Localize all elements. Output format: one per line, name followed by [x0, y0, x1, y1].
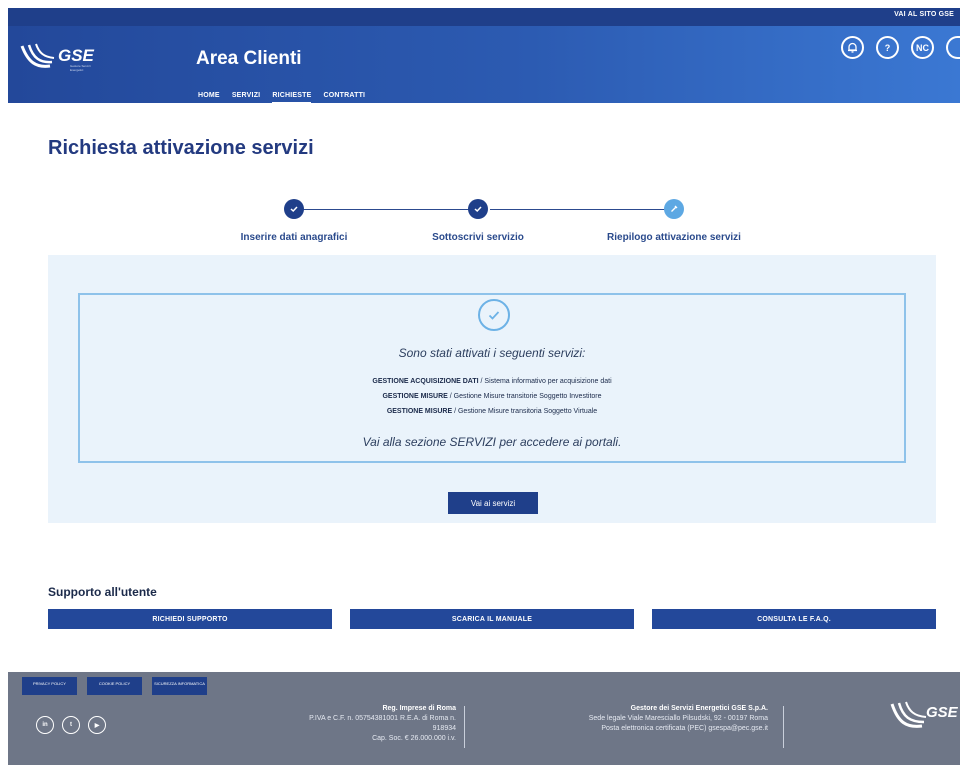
cookie-policy-link[interactable]: COOKIE POLICY [87, 677, 142, 695]
linkedin-icon[interactable]: in [36, 716, 54, 734]
nav-contratti[interactable]: CONTRATTI [323, 92, 365, 99]
footer-company-info: Gestore dei Servizi Energetici GSE S.p.A… [538, 704, 768, 734]
registry-title: Reg. Imprese di Roma [382, 705, 456, 712]
support-title: Supporto all'utente [48, 585, 157, 599]
step-1-label: Inserire dati anagrafici [240, 232, 348, 243]
footer-divider [783, 706, 784, 748]
confirmation-panel: Sono stati attivati i seguenti servizi: … [48, 255, 936, 523]
confirmation-footer-text: Vai alla sezione SERVIZI per accedere ai… [362, 435, 622, 449]
service-desc: / Gestione Misure transitoria Soggetto V… [452, 408, 598, 415]
gse-logo-mark-icon [20, 43, 55, 68]
step-2-label: Sottoscrivi servizio [432, 232, 524, 243]
footer-gse-logo: GSE [890, 698, 958, 738]
step-2-done-icon [468, 199, 488, 219]
nav-servizi[interactable]: SERVIZI [232, 92, 261, 99]
twitter-icon[interactable]: t [62, 716, 80, 734]
request-support-button[interactable]: RICHIEDI SUPPORTO [48, 609, 332, 629]
progress-stepper: Inserire dati anagrafici Sottoscrivi ser… [230, 196, 770, 246]
service-line: GESTIONE MISURE / Gestione Misure transi… [80, 408, 904, 415]
nav-richieste[interactable]: RICHIESTE [272, 92, 312, 104]
company-pec: Posta elettronica certificata (PEC) gses… [601, 725, 768, 732]
header-icons: ? NC [841, 36, 960, 59]
top-bar: VAI AL SITO GSE [8, 8, 960, 26]
service-name: GESTIONE MISURE [382, 393, 448, 400]
app-header: VAI AL SITO GSE GSE Gestore Servizi Ener… [8, 8, 960, 104]
company-name: Gestore dei Servizi Energetici GSE S.p.A… [630, 705, 768, 712]
go-to-services-button[interactable]: Vai ai servizi [448, 492, 538, 514]
registry-line: P.IVA e C.F. n. 05754381001 R.E.A. di Ro… [309, 715, 456, 722]
download-manual-button[interactable]: SCARICA IL MANUALE [350, 609, 634, 629]
success-check-icon [478, 299, 510, 331]
step-connector [490, 209, 680, 210]
help-icon[interactable]: ? [876, 36, 899, 59]
security-info-link[interactable]: SICUREZZA INFORMATICA [152, 677, 207, 695]
app-title: Area Clienti [196, 48, 302, 69]
logo-subtext: Gestore Servizi Energetici [70, 64, 91, 72]
service-line: GESTIONE MISURE / Gestione Misure transi… [80, 393, 904, 400]
service-desc: / Gestione Misure transitorie Soggetto I… [447, 393, 602, 400]
confirmation-title: Sono stati attivati i seguenti servizi: [398, 346, 586, 360]
footer-company-registry: Reg. Imprese di Roma P.IVA e C.F. n. 057… [266, 704, 456, 744]
nav-home[interactable]: HOME [198, 92, 220, 99]
service-name: GESTIONE ACQUISIZIONE DATI [372, 378, 479, 385]
step-3-label: Riepilogo attivazione servizi [607, 232, 741, 243]
service-desc: / Sistema informativo per acquisizione d… [478, 378, 612, 385]
gse-site-link[interactable]: VAI AL SITO GSE [894, 11, 954, 18]
youtube-icon[interactable]: ▶ [88, 716, 106, 734]
faq-button[interactable]: CONSULTA LE F.A.Q. [652, 609, 936, 629]
privacy-policy-link[interactable]: PRIVACY POLICY [22, 677, 77, 695]
company-address: Sede legale Viale Maresciallo Pilsudski,… [588, 715, 768, 722]
footer-divider [464, 706, 465, 748]
step-connector [300, 209, 480, 210]
registry-line: Cap. Soc. € 26.000.000 i.v. [372, 735, 456, 742]
notification-icon[interactable] [841, 36, 864, 59]
social-links: in t ▶ [36, 716, 106, 734]
step-1-done-icon [284, 199, 304, 219]
main-nav: HOME SERVIZI RICHIESTE CONTRATTI [198, 92, 365, 104]
page-title: Richiesta attivazione servizi [48, 137, 314, 159]
support-buttons: RICHIEDI SUPPORTO SCARICA IL MANUALE CON… [48, 609, 936, 629]
footer-links: PRIVACY POLICY COOKIE POLICY SICUREZZA I… [22, 677, 207, 695]
service-name: GESTIONE MISURE [386, 408, 453, 415]
service-line: GESTIONE ACQUISIZIONE DATI / Sistema inf… [80, 378, 904, 385]
gse-logo[interactable]: GSE Gestore Servizi Energetici [20, 42, 100, 78]
step-3-edit-icon [664, 199, 684, 219]
logout-icon[interactable] [946, 36, 960, 59]
confirmation-box: Sono stati attivati i seguenti servizi: … [78, 293, 906, 463]
registry-line: 918934 [432, 725, 456, 732]
user-initials-icon[interactable]: NC [911, 36, 934, 59]
footer-logo-text: GSE [926, 704, 958, 721]
page-footer: PRIVACY POLICY COOKIE POLICY SICUREZZA I… [8, 672, 960, 765]
